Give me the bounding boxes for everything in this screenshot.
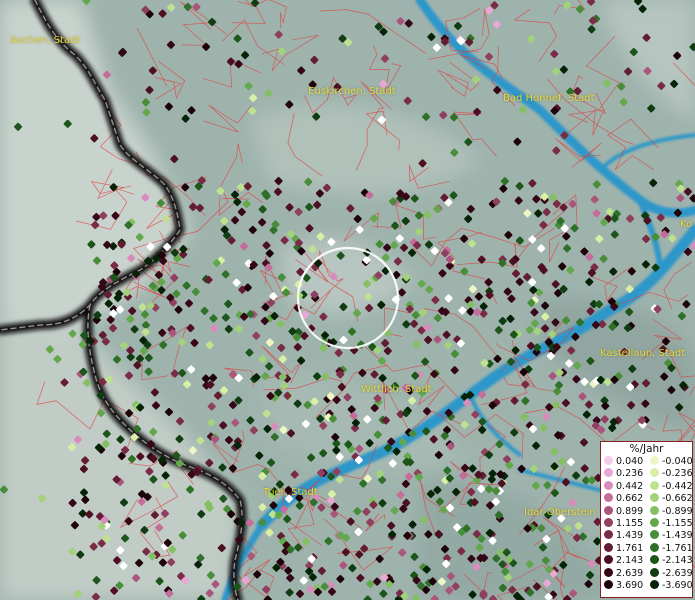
legend-label: -0.040 (662, 456, 693, 467)
legend-entry-negative: -0.899 (650, 505, 693, 518)
legend-label: -2.143 (662, 555, 693, 567)
legend-label: -0.236 (662, 468, 693, 480)
legend-entry-positive: 0.662 (604, 493, 643, 505)
legend-swatch (604, 567, 613, 577)
legend-entry-positive: 1.155 (604, 518, 643, 530)
legend-swatch (604, 518, 613, 527)
legend-entry-negative: -2.639 (650, 567, 693, 580)
legend-entry-positive: 0.040 (604, 456, 643, 468)
legend-label: 1.439 (616, 530, 644, 542)
legend-label: -0.662 (662, 493, 693, 505)
legend-swatch (650, 456, 659, 465)
legend-entry-negative: -0.236 (650, 468, 693, 480)
city-label-trier: Trier, Stadt (263, 487, 318, 498)
legend-entry-negative: -2.143 (650, 555, 693, 567)
legend-label: -0.899 (662, 505, 693, 517)
legend-entry-negative: -0.442 (650, 480, 693, 493)
legend-swatch (650, 555, 659, 565)
legend-label: -1.439 (662, 530, 693, 542)
legend-swatch (650, 480, 659, 490)
legend-swatch (650, 468, 659, 478)
legend-swatch (604, 468, 613, 478)
legend-entry-positive: 1.761 (604, 542, 644, 555)
legend-label: 0.442 (616, 480, 644, 492)
legend-entry-positive: 0.236 (604, 468, 643, 480)
map-legend: %/Jahr 0.040 0.236 0.442 0.662 0.899 1.155 1.4… (600, 441, 693, 598)
legend-entry-positive: 1.439 (604, 530, 643, 542)
legend-label: -1.155 (662, 518, 693, 529)
legend-swatch (650, 505, 659, 515)
city-label-euskirchen: Euskirchen, Stadt (308, 86, 396, 97)
legend-entry-negative: -1.155 (650, 518, 693, 530)
legend-label: 2.639 (616, 567, 644, 579)
legend-label: 3.690 (616, 580, 644, 591)
city-label-kastellaun: Kastellaun, Stadt (600, 348, 686, 359)
map-view[interactable]: Aachen, Stadt Euskirchen, Stadt Bad Honn… (0, 0, 695, 600)
legend-swatch (650, 530, 659, 540)
legend-entry-positive: 2.639 (604, 567, 644, 580)
legend-swatch (604, 530, 613, 540)
legend-swatch (650, 567, 659, 577)
legend-label: -1.761 (662, 542, 693, 554)
legend-entry-positive: 0.442 (604, 480, 644, 493)
legend-swatch (604, 542, 613, 552)
legend-label: -2.639 (662, 567, 693, 579)
legend-label: 0.899 (616, 505, 644, 517)
legend-entry-positive: 0.899 (604, 505, 644, 518)
legend-entry-negative: -3.690 (650, 580, 693, 592)
legend-entry-negative: -0.040 (650, 456, 693, 468)
legend-swatch (650, 542, 659, 552)
legend-swatch (650, 580, 659, 589)
legend-swatch (650, 518, 659, 527)
city-label-idar-oberstein: Idar-Oberstein (524, 507, 596, 518)
legend-swatch (604, 580, 613, 589)
legend-label: 1.155 (616, 518, 644, 529)
legend-entry-negative: -1.761 (650, 542, 693, 555)
legend-label: 0.236 (616, 468, 644, 480)
legend-label: 0.040 (616, 456, 644, 467)
legend-swatch (604, 493, 613, 503)
legend-label: -3.690 (662, 580, 693, 591)
legend-title: %/Jahr (629, 443, 664, 455)
legend-swatch (604, 505, 613, 515)
legend-label: 1.761 (616, 542, 644, 554)
city-label-bad-honnef: Bad Honnef, Stadt (503, 93, 595, 104)
legend-swatch (650, 493, 659, 503)
legend-swatch (604, 555, 613, 565)
legend-swatch (604, 456, 613, 465)
legend-entry-positive: 3.690 (604, 580, 643, 592)
city-label-aachen: Aachen, Stadt (10, 35, 81, 46)
legend-entry-negative: -1.439 (650, 530, 693, 542)
city-label-wittlich: Wittlich, Stadt (361, 384, 432, 395)
city-label-ko: Ko (680, 219, 693, 230)
legend-label: 2.143 (616, 555, 644, 567)
legend-entry-positive: 2.143 (604, 555, 643, 567)
legend-label: 0.662 (616, 493, 644, 505)
legend-label: -0.442 (662, 480, 693, 492)
legend-entry-negative: -0.662 (650, 493, 693, 505)
legend-swatch (604, 480, 613, 490)
